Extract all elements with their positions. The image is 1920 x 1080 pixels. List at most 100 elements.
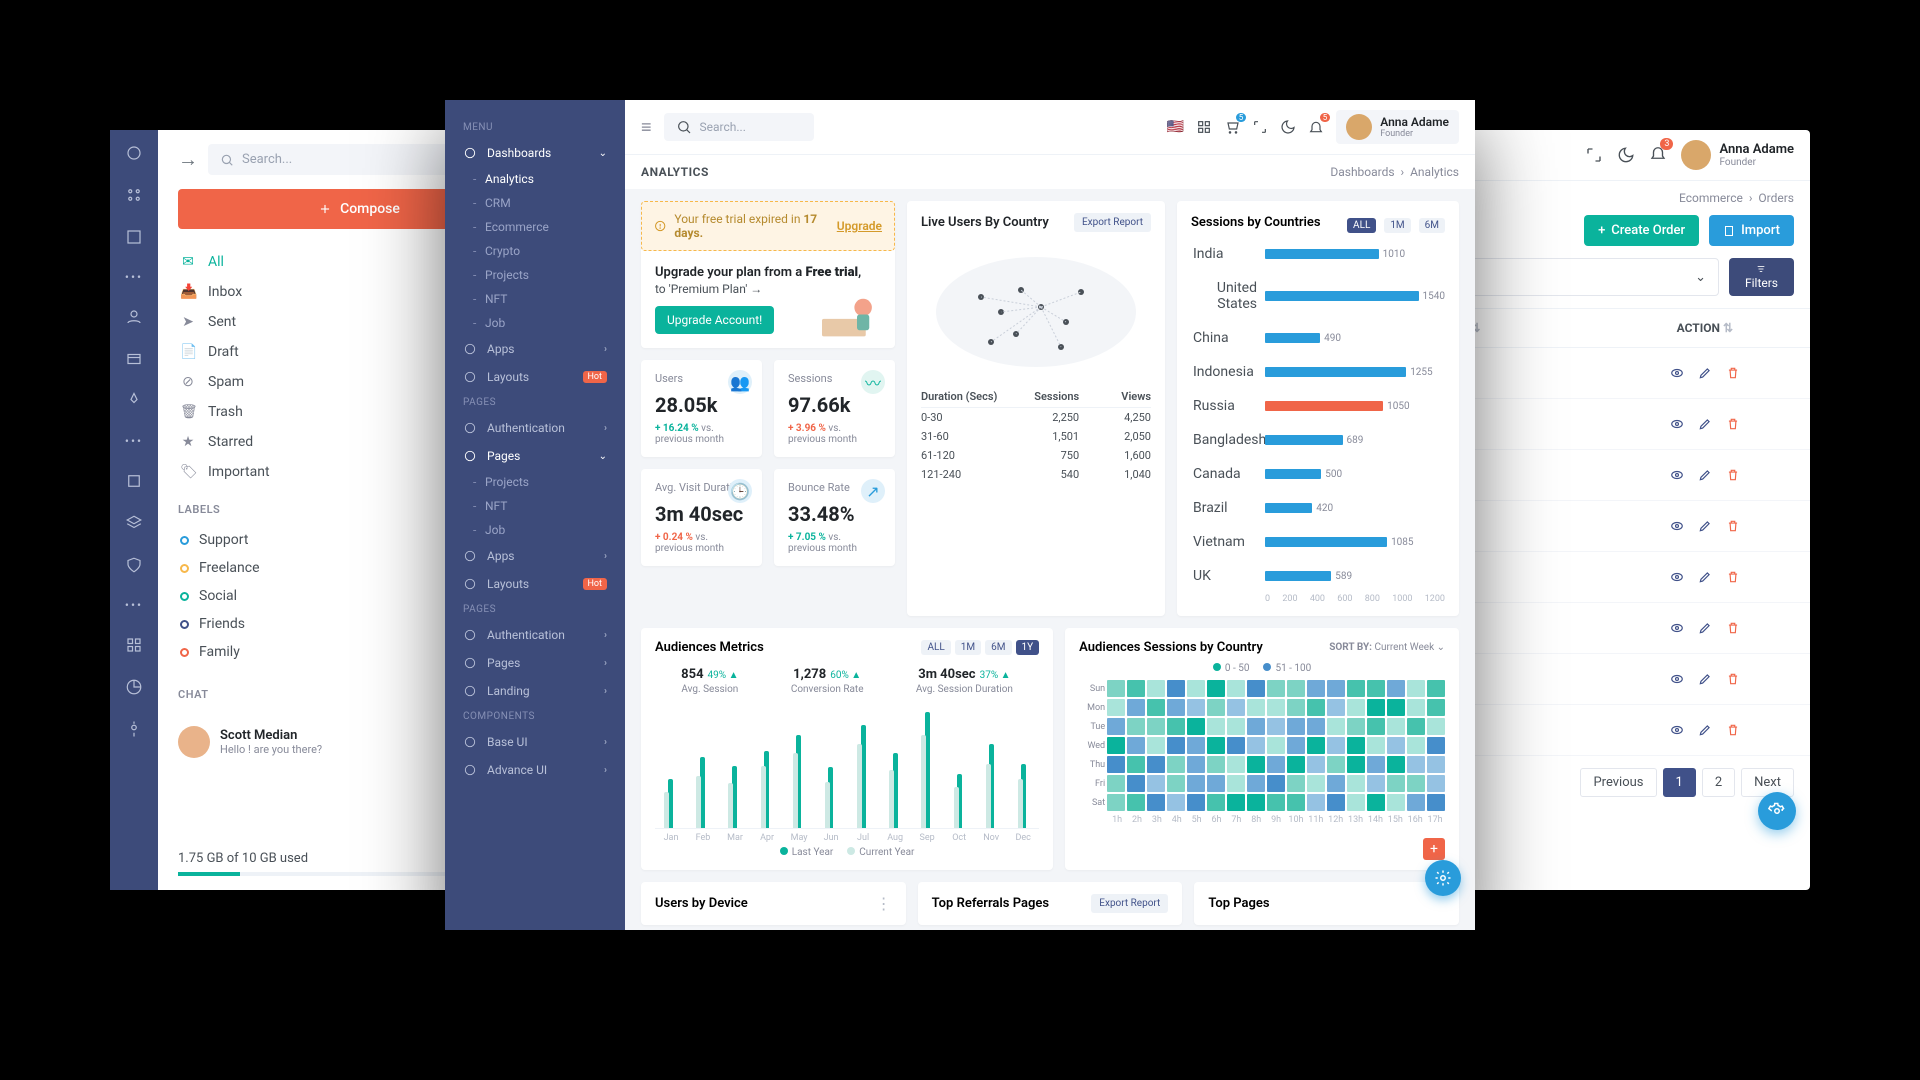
bell-icon[interactable]: 5 bbox=[1308, 119, 1324, 135]
view-icon[interactable] bbox=[1670, 672, 1684, 686]
grid-icon[interactable] bbox=[125, 636, 143, 654]
sidebar-item-dashboards[interactable]: Dashboards⌄ bbox=[445, 139, 625, 167]
box-icon[interactable] bbox=[125, 228, 143, 246]
range-pill[interactable]: 1M bbox=[1384, 218, 1410, 233]
delete-icon[interactable] bbox=[1726, 519, 1740, 533]
sidebar-item-apps[interactable]: Apps› bbox=[445, 542, 625, 570]
view-icon[interactable] bbox=[1670, 519, 1684, 533]
delete-icon[interactable] bbox=[1726, 570, 1740, 584]
bell-icon[interactable]: 3 bbox=[1649, 144, 1667, 166]
pager-page[interactable]: 1 bbox=[1663, 768, 1696, 797]
delete-icon[interactable] bbox=[1726, 468, 1740, 482]
view-icon[interactable] bbox=[1670, 621, 1684, 635]
sidebar-subitem-job[interactable]: Job bbox=[445, 518, 625, 542]
sidebar-item-pages[interactable]: Pages› bbox=[445, 649, 625, 677]
sidebar-item-apps[interactable]: Apps› bbox=[445, 335, 625, 363]
edit-icon[interactable] bbox=[1698, 468, 1712, 482]
delete-icon[interactable] bbox=[1726, 366, 1740, 380]
back-icon[interactable]: → bbox=[178, 147, 198, 172]
pager-page[interactable]: 2 bbox=[1702, 768, 1735, 797]
sidebar-item-layouts[interactable]: LayoutsHot bbox=[445, 363, 625, 391]
expand-icon[interactable] bbox=[1585, 146, 1603, 164]
card-icon[interactable] bbox=[125, 350, 143, 368]
edit-icon[interactable] bbox=[1698, 366, 1712, 380]
delete-icon[interactable] bbox=[1726, 621, 1740, 635]
pie-icon[interactable] bbox=[125, 678, 143, 696]
more-icon[interactable]: ⋮ bbox=[876, 894, 892, 913]
filters-button[interactable]: Filters bbox=[1729, 258, 1794, 296]
user-menu[interactable]: Anna AdameFounder bbox=[1336, 110, 1459, 144]
view-icon[interactable] bbox=[1670, 723, 1684, 737]
upgrade-button[interactable]: Upgrade Account! bbox=[655, 306, 774, 334]
moon-icon[interactable] bbox=[1280, 119, 1296, 135]
range-pill[interactable]: ALL bbox=[921, 640, 950, 655]
create-order-button[interactable]: +Create Order bbox=[1584, 215, 1699, 246]
more-icon[interactable]: ••• bbox=[125, 270, 143, 284]
delete-icon[interactable] bbox=[1726, 417, 1740, 431]
add-button[interactable]: + bbox=[1423, 838, 1445, 860]
sidebar-item-landing[interactable]: Landing› bbox=[445, 677, 625, 705]
range-pill[interactable]: ALL bbox=[1347, 218, 1376, 233]
user-menu[interactable]: Anna AdameFounder bbox=[1681, 140, 1794, 170]
export-button[interactable]: Export Report bbox=[1091, 894, 1168, 913]
rocket-icon[interactable] bbox=[125, 392, 143, 410]
range-pill[interactable]: 6M bbox=[1419, 218, 1445, 233]
edit-icon[interactable] bbox=[1698, 672, 1712, 686]
export-button[interactable]: Export Report bbox=[1074, 213, 1151, 232]
settings-fab[interactable] bbox=[1425, 860, 1461, 896]
view-icon[interactable] bbox=[1670, 417, 1684, 431]
sidebar-item-authentication[interactable]: Authentication› bbox=[445, 621, 625, 649]
shield-icon[interactable] bbox=[125, 556, 143, 574]
edit-icon[interactable] bbox=[1698, 417, 1712, 431]
sidebar-item-base ui[interactable]: Base UI› bbox=[445, 728, 625, 756]
sort-label[interactable]: SORT BY: Current Week ⌄ bbox=[1329, 642, 1445, 653]
search-input[interactable]: Search... bbox=[664, 113, 814, 141]
range-pill[interactable]: 1Y bbox=[1016, 640, 1040, 655]
pager-prev[interactable]: Previous bbox=[1580, 768, 1656, 797]
sidebar-subitem-nft[interactable]: NFT bbox=[445, 494, 625, 518]
widgets-icon[interactable] bbox=[125, 186, 143, 204]
edit-icon[interactable] bbox=[1698, 519, 1712, 533]
edit-icon[interactable] bbox=[1698, 570, 1712, 584]
expand-icon[interactable] bbox=[1252, 119, 1268, 135]
sidebar-subitem-projects[interactable]: Projects bbox=[445, 470, 625, 494]
layers-icon[interactable] bbox=[125, 514, 143, 532]
pager-next[interactable]: Next bbox=[1741, 768, 1794, 797]
sidebar-item-layouts[interactable]: LayoutsHot bbox=[445, 570, 625, 598]
view-icon[interactable] bbox=[1670, 570, 1684, 584]
sidebar-subitem-analytics[interactable]: Analytics bbox=[445, 167, 625, 191]
sidebar-item-pages[interactable]: Pages⌄ bbox=[445, 442, 625, 470]
sidebar-item-authentication[interactable]: Authentication› bbox=[445, 414, 625, 442]
moon-icon[interactable] bbox=[1617, 146, 1635, 164]
edit-icon[interactable] bbox=[1698, 621, 1712, 635]
range-pill[interactable]: 1M bbox=[955, 640, 981, 655]
settings-fab[interactable] bbox=[1758, 792, 1796, 830]
view-icon[interactable] bbox=[1670, 366, 1684, 380]
sidebar-subitem-job[interactable]: Job bbox=[445, 311, 625, 335]
map-icon[interactable] bbox=[125, 720, 143, 738]
sessions-countries-card: Sessions by Countries ALL 1M 6M India101… bbox=[1177, 201, 1459, 616]
import-button[interactable]: Import bbox=[1709, 215, 1794, 246]
hamburger-icon[interactable]: ≡ bbox=[641, 117, 652, 138]
view-icon[interactable] bbox=[1670, 468, 1684, 482]
upgrade-link[interactable]: Upgrade bbox=[837, 219, 882, 233]
cart-icon[interactable]: 5 bbox=[1224, 119, 1240, 135]
delete-icon[interactable] bbox=[1726, 723, 1740, 737]
edit-icon[interactable] bbox=[1698, 723, 1712, 737]
more-icon[interactable]: ••• bbox=[125, 434, 143, 448]
sidebar-subitem-nft[interactable]: NFT bbox=[445, 287, 625, 311]
sidebar-subitem-ecommerce[interactable]: Ecommerce bbox=[445, 215, 625, 239]
grid-icon[interactable] bbox=[1196, 119, 1212, 135]
sidebar-subitem-projects[interactable]: Projects bbox=[445, 263, 625, 287]
flag-icon[interactable]: 🇺🇸 bbox=[1167, 119, 1184, 135]
widgets-icon[interactable] bbox=[125, 144, 143, 162]
sort-icon[interactable]: ⇅ bbox=[1723, 321, 1733, 335]
more-icon[interactable]: ••• bbox=[125, 598, 143, 612]
box-icon[interactable] bbox=[125, 472, 143, 490]
delete-icon[interactable] bbox=[1726, 672, 1740, 686]
range-pill[interactable]: 6M bbox=[985, 640, 1011, 655]
sidebar-subitem-crm[interactable]: CRM bbox=[445, 191, 625, 215]
sidebar-subitem-crypto[interactable]: Crypto bbox=[445, 239, 625, 263]
user-icon[interactable] bbox=[125, 308, 143, 326]
sidebar-item-advance ui[interactable]: Advance UI› bbox=[445, 756, 625, 784]
